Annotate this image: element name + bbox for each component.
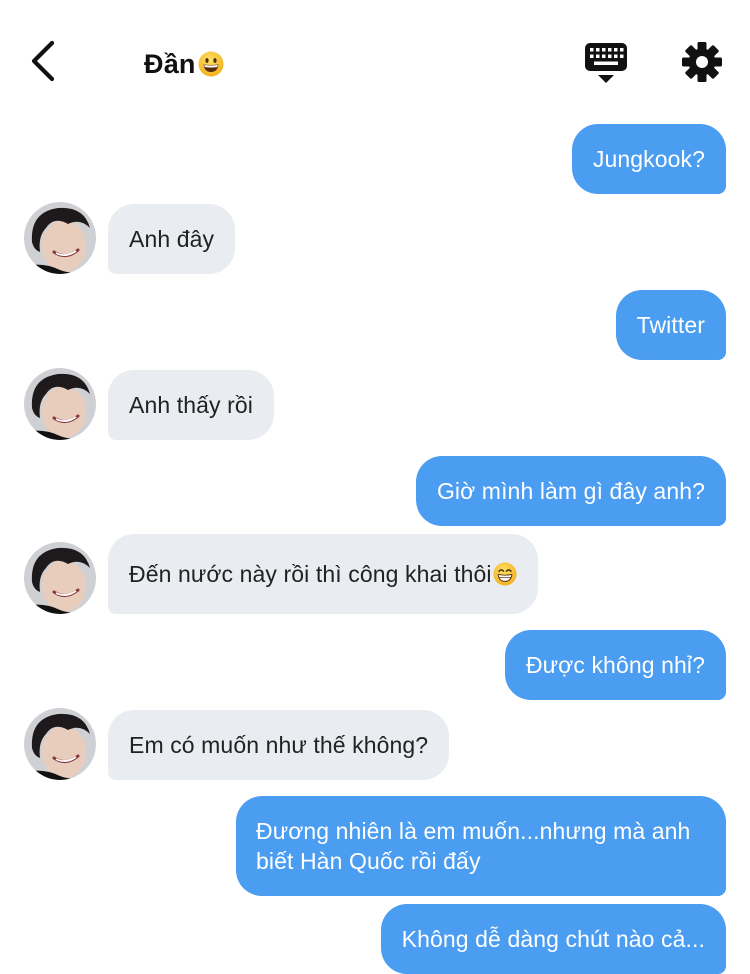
message-text: Jungkook?: [592, 146, 705, 172]
back-button[interactable]: [26, 38, 66, 84]
message-bubble-incoming[interactable]: Em có muốn như thế không?: [108, 710, 450, 780]
beaming-face-emoji-icon: [493, 562, 517, 586]
avatar[interactable]: [24, 708, 96, 780]
message-text: Không dễ dàng chút nào cả...: [401, 926, 705, 952]
contact-title[interactable]: Đần: [144, 44, 224, 84]
message-bubble-incoming[interactable]: Đến nước này rồi thì công khai thôi: [108, 534, 538, 614]
contact-name: Đần: [144, 48, 196, 79]
message-bubble-outgoing[interactable]: Jungkook?: [571, 124, 726, 194]
chat-header: Đần: [0, 0, 750, 112]
contact-avatar-image: [24, 542, 96, 614]
gear-icon: [682, 42, 722, 82]
message-text: Đến nước này rồi thì công khai thôi: [129, 561, 492, 587]
message-text: Được không nhỉ?: [525, 652, 705, 678]
message-text: Twitter: [636, 312, 705, 338]
chevron-left-icon: [31, 40, 55, 82]
keyboard-hide-icon: [585, 43, 627, 83]
message-text: Anh đây: [129, 226, 215, 252]
grinning-face-emoji-icon: [198, 51, 224, 77]
message-bubble-outgoing[interactable]: Đương nhiên là em muốn...nhưng mà anh bi…: [236, 796, 726, 896]
contact-avatar-image: [24, 708, 96, 780]
avatar[interactable]: [24, 542, 96, 614]
message-bubble-incoming[interactable]: Anh đây: [108, 204, 236, 274]
contact-avatar-image: [24, 202, 96, 274]
message-text: Anh thấy rồi: [129, 392, 253, 418]
chat-screen: Đần Jungkook? Anh đây Twitter Anh thấy r…: [0, 0, 750, 974]
message-bubble-incoming[interactable]: Anh thấy rồi: [108, 370, 274, 440]
message-bubble-outgoing[interactable]: Không dễ dàng chút nào cả...: [380, 904, 726, 974]
message-text: Đương nhiên là em muốn...nhưng mà anh bi…: [256, 818, 691, 874]
message-bubble-outgoing[interactable]: Giờ mình làm gì đây anh?: [415, 456, 726, 526]
keyboard-toggle-button[interactable]: [584, 42, 628, 84]
avatar[interactable]: [24, 368, 96, 440]
avatar[interactable]: [24, 202, 96, 274]
contact-avatar-image: [24, 368, 96, 440]
message-text: Giờ mình làm gì đây anh?: [436, 478, 705, 504]
message-bubble-outgoing[interactable]: Twitter: [615, 290, 726, 360]
settings-button[interactable]: [680, 40, 724, 84]
message-text: Em có muốn như thế không?: [129, 732, 429, 758]
message-bubble-outgoing[interactable]: Được không nhỉ?: [504, 630, 726, 700]
